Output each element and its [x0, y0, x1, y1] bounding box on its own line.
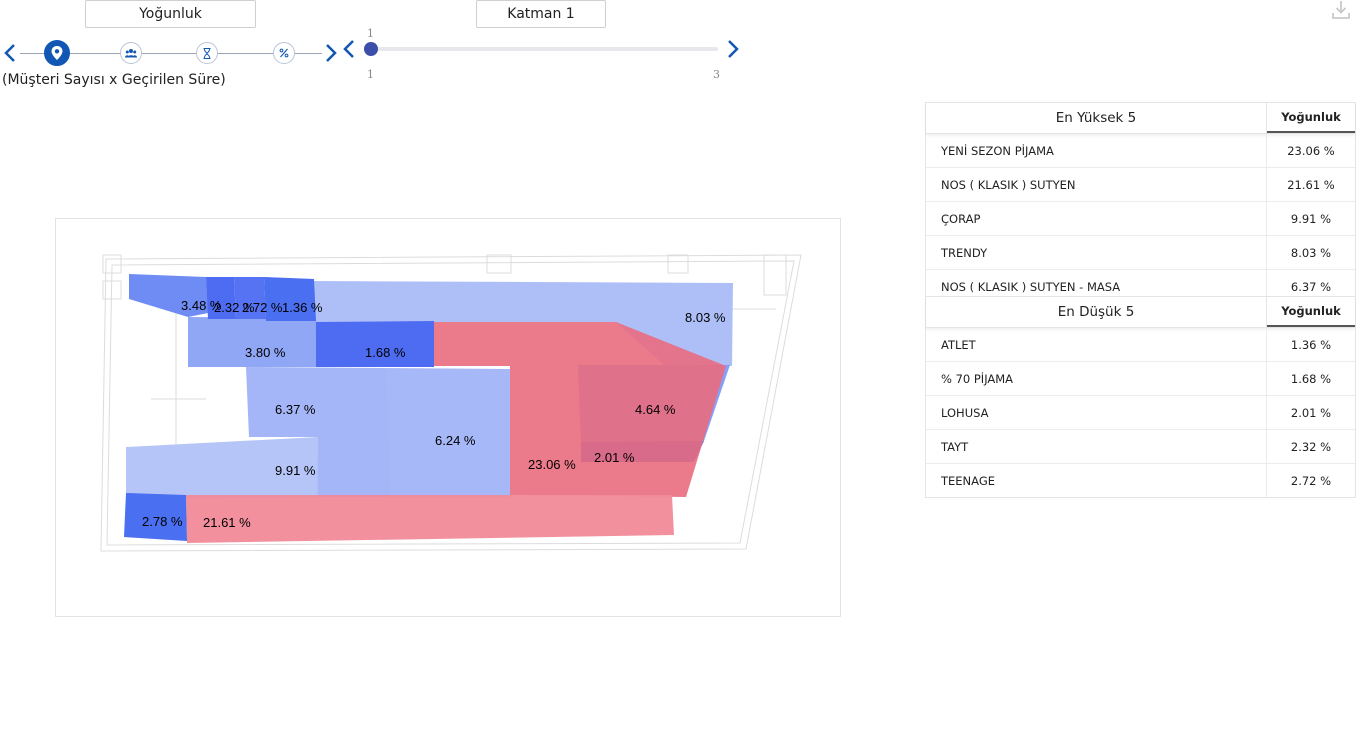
- row-value: 1.68 %: [1290, 371, 1332, 386]
- table-row[interactable]: ATLET 1.36 %: [926, 328, 1355, 362]
- table-row[interactable]: TRENDY 8.03 %: [926, 236, 1355, 270]
- table-row[interactable]: NOS ( KLASIK ) SUTYEN 21.61 %: [926, 168, 1355, 202]
- row-name: % 70 PİJAMA: [926, 362, 1267, 395]
- label-zone-yeni-sezon-pijama: 23.06 %: [528, 457, 576, 472]
- row-value: 2.72 %: [1290, 473, 1332, 488]
- row-name: NOS ( KLASIK ) SUTYEN: [926, 168, 1267, 201]
- layer-slider-track[interactable]: [371, 47, 718, 51]
- table-row[interactable]: LOHUSA 2.01 %: [926, 396, 1355, 430]
- label-zone-nos-klasik-sutyen-masa: 6.37 %: [275, 402, 316, 417]
- table-row[interactable]: % 70 PİJAMA 1.68 %: [926, 362, 1355, 396]
- bottom5-title: En Düşük 5: [926, 297, 1267, 327]
- label-zone-e: 6.24 %: [435, 433, 476, 448]
- zone-nos-klasik-sutyen[interactable]: [186, 495, 674, 543]
- layer-button[interactable]: Katman 1: [476, 0, 606, 28]
- row-value: 1.36 %: [1290, 337, 1332, 352]
- row-value: 8.03 %: [1290, 245, 1332, 260]
- bottom5-column-header[interactable]: Yoğunluk: [1267, 297, 1355, 327]
- download-icon[interactable]: [1331, 0, 1351, 24]
- next-layer-arrow-icon[interactable]: [724, 38, 742, 60]
- slider-max-label: 3: [713, 68, 720, 81]
- zone-pijama-70[interactable]: [316, 321, 434, 367]
- metric-button[interactable]: Yoğunluk: [85, 0, 256, 28]
- table-row[interactable]: YENİ SEZON PİJAMA 23.06 %: [926, 134, 1355, 168]
- label-zone-a: 2.78 %: [142, 514, 183, 529]
- bottom5-header: En Düşük 5 Yoğunluk: [926, 297, 1355, 328]
- row-name: ÇORAP: [926, 202, 1267, 235]
- table-row[interactable]: ÇORAP 9.91 %: [926, 202, 1355, 236]
- row-value: 23.06 %: [1287, 143, 1335, 158]
- label-zone-c: 3.80 %: [245, 345, 286, 360]
- label-zone-nos-klasik-sutyen: 21.61 %: [203, 515, 251, 530]
- prev-metric-arrow-icon[interactable]: [2, 42, 20, 64]
- bottom5-table: En Düşük 5 Yoğunluk ATLET 1.36 % % 70 PİJA…: [925, 296, 1356, 498]
- top5-table: En Yüksek 5 Yoğunluk YENİ SEZON PİJAMA 23…: [925, 102, 1356, 304]
- row-name: YENİ SEZON PİJAMA: [926, 134, 1267, 167]
- layer-slider-thumb[interactable]: [364, 42, 378, 56]
- row-value: 21.61 %: [1287, 177, 1335, 192]
- next-metric-arrow-icon[interactable]: [322, 42, 340, 64]
- label-zone-d: 4.64 %: [635, 402, 676, 417]
- label-zone-lohusa: 2.01 %: [594, 450, 635, 465]
- label-zone-corap: 9.91 %: [275, 463, 316, 478]
- slider-min-label: 1: [367, 68, 374, 81]
- row-value: 2.01 %: [1290, 405, 1332, 420]
- row-name: TEENAGE: [926, 464, 1267, 497]
- top5-header: En Yüksek 5 Yoğunluk: [926, 103, 1355, 134]
- row-name: LOHUSA: [926, 396, 1267, 429]
- label-zone-pijama-70: 1.68 %: [365, 345, 406, 360]
- people-icon[interactable]: [120, 42, 142, 64]
- prev-layer-arrow-icon[interactable]: [341, 38, 359, 60]
- hourglass-icon[interactable]: [196, 42, 218, 64]
- top5-column-header[interactable]: Yoğunluk: [1267, 103, 1355, 133]
- label-zone-trendy: 8.03 %: [685, 310, 726, 325]
- top5-title: En Yüksek 5: [926, 103, 1267, 133]
- row-name: ATLET: [926, 328, 1267, 361]
- row-value: 9.91 %: [1290, 211, 1332, 226]
- metric-subtitle: (Müşteri Sayısı x Geçirilen Süre): [2, 72, 226, 88]
- floor-plan-heatmap: 3.48 % 2.32 % 2.72 % 1.36 % 8.03 % 3.80 …: [55, 218, 841, 617]
- row-name: TAYT: [926, 430, 1267, 463]
- table-row[interactable]: TEENAGE 2.72 %: [926, 464, 1355, 497]
- label-zone-atlet: 1.36 %: [282, 300, 323, 315]
- row-name: TRENDY: [926, 236, 1267, 269]
- percent-icon[interactable]: [273, 42, 295, 64]
- row-value: 2.32 %: [1290, 439, 1332, 454]
- map-pin-icon[interactable]: [44, 40, 70, 66]
- label-zone-teenage: 2.72 %: [242, 300, 283, 315]
- table-row[interactable]: TAYT 2.32 %: [926, 430, 1355, 464]
- slider-current-label: 1: [367, 27, 374, 40]
